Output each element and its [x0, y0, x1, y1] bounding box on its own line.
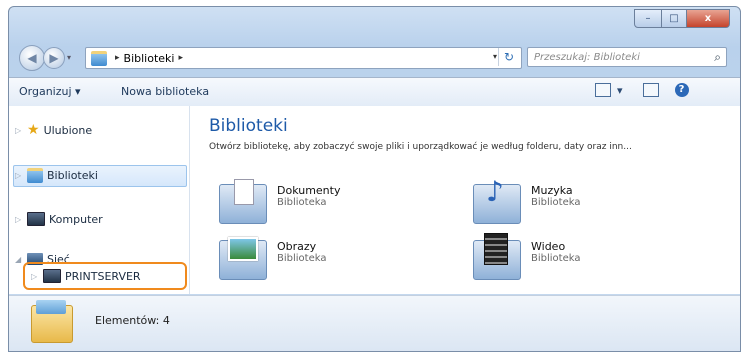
nav-label: Biblioteki — [47, 168, 98, 182]
libraries-icon — [27, 167, 43, 183]
music-library-icon — [473, 175, 521, 224]
navigation-pane: ▷ ★ Ulubione ▷ Biblioteki ▷ Komputer ◢ S… — [9, 106, 190, 294]
address-bar[interactable]: ▸ Biblioteki ▸ ▾ ↻ — [85, 47, 522, 69]
nav-item-favorites[interactable]: ▷ ★ Ulubione — [15, 120, 92, 140]
libraries-large-icon — [31, 300, 73, 343]
tile-type: Biblioteka — [277, 197, 327, 208]
tile-name: Obrazy — [277, 240, 317, 253]
tile-type: Biblioteka — [277, 253, 327, 264]
refresh-icon[interactable]: ↻ — [498, 48, 519, 66]
expand-arrow-icon[interactable]: ▷ — [31, 272, 39, 281]
explorer-window: – □ x ◀ ▶ ▾ ▸ Biblioteki ▸ ▾ ↻ Przeszuka… — [8, 6, 741, 352]
library-tile-documents[interactable]: Dokumenty Biblioteka — [219, 179, 341, 224]
view-controls: ▾ ? — [595, 83, 689, 97]
search-input[interactable]: Przeszukaj: Biblioteki ⌕ — [527, 47, 727, 67]
maximize-button[interactable]: □ — [662, 9, 687, 28]
back-button[interactable]: ◀ — [19, 45, 45, 71]
address-dropdown-icon[interactable]: ▾ — [493, 52, 497, 61]
library-tile-videos[interactable]: Wideo Biblioteka — [473, 233, 581, 280]
nav-item-computer[interactable]: ▷ Komputer — [15, 209, 103, 229]
library-tile-pictures[interactable]: Obrazy Biblioteka — [219, 237, 327, 280]
change-view-icon[interactable] — [595, 83, 611, 97]
pictures-library-icon — [219, 237, 267, 280]
expand-arrow-icon[interactable]: ▷ — [15, 215, 23, 224]
view-options-dropdown-icon[interactable]: ▾ — [617, 84, 623, 97]
help-icon[interactable]: ? — [674, 83, 689, 97]
nav-item-printserver[interactable]: ▷ PRINTSERVER — [31, 266, 141, 286]
minimize-button[interactable]: – — [634, 9, 662, 28]
breadcrumb-biblioteki[interactable]: Biblioteki — [124, 52, 175, 65]
main-pane: Biblioteki Otwórz bibliotekę, aby zobacz… — [199, 106, 740, 294]
nav-label: PRINTSERVER — [65, 269, 141, 283]
navigation-row: ◀ ▶ ▾ ▸ Biblioteki ▸ ▾ ↻ Przeszukaj: Bib… — [9, 45, 740, 71]
search-icon[interactable]: ⌕ — [714, 50, 721, 65]
libraries-folder-icon — [91, 50, 107, 66]
caption-buttons: – □ x — [634, 9, 730, 28]
breadcrumb-separator-icon[interactable]: ▸ — [115, 53, 120, 63]
nav-label: Komputer — [49, 212, 103, 226]
star-icon: ★ — [27, 122, 40, 138]
content-area: ▷ ★ Ulubione ▷ Biblioteki ▷ Komputer ◢ S… — [9, 106, 740, 294]
forward-arrow-icon: ▶ — [49, 51, 59, 65]
documents-library-icon — [219, 179, 267, 224]
page-title: Biblioteki — [209, 116, 288, 136]
videos-library-icon — [473, 233, 521, 280]
page-description: Otwórz bibliotekę, aby zobaczyć swoje pl… — [209, 142, 632, 152]
tile-name: Muzyka — [531, 184, 573, 197]
expand-arrow-icon[interactable]: ▷ — [15, 171, 23, 180]
command-bar: Organizuj ▾ Nowa biblioteka ▾ ? — [9, 77, 740, 107]
computer-icon — [27, 212, 45, 226]
organize-button[interactable]: Organizuj ▾ — [19, 85, 81, 98]
details-pane: Elementów: 4 — [9, 295, 740, 351]
forward-button[interactable]: ▶ — [43, 47, 65, 69]
recent-pages-dropdown-icon[interactable]: ▾ — [67, 53, 71, 62]
close-button[interactable]: x — [687, 9, 730, 28]
server-icon — [43, 269, 61, 283]
collapse-arrow-icon[interactable]: ◢ — [15, 255, 23, 264]
library-tile-music[interactable]: Muzyka Biblioteka — [473, 175, 581, 224]
breadcrumb-separator-icon[interactable]: ▸ — [178, 53, 183, 63]
item-count: Elementów: 4 — [95, 314, 170, 327]
nav-label: Ulubione — [43, 123, 93, 137]
tile-name: Dokumenty — [277, 184, 341, 197]
back-arrow-icon: ◀ — [27, 51, 37, 65]
preview-pane-icon[interactable] — [642, 83, 659, 97]
tile-type: Biblioteka — [531, 197, 581, 208]
search-placeholder: Przeszukaj: Biblioteki — [534, 51, 640, 63]
nav-item-libraries[interactable]: ▷ Biblioteki — [15, 165, 98, 185]
expand-arrow-icon[interactable]: ▷ — [15, 126, 23, 135]
tile-type: Biblioteka — [531, 253, 581, 264]
new-library-button[interactable]: Nowa biblioteka — [121, 85, 209, 98]
tile-name: Wideo — [531, 240, 566, 253]
